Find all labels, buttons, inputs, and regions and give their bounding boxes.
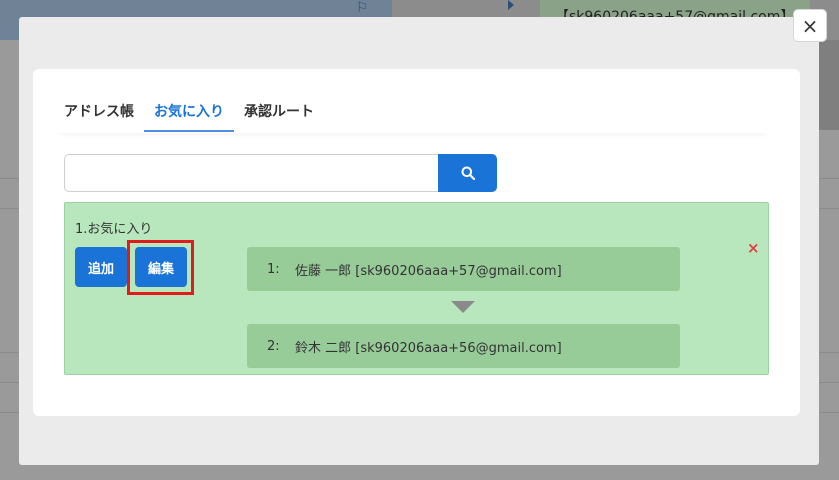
flag-icon: ⚐ — [356, 0, 369, 16]
arrow-down-icon — [451, 301, 475, 313]
close-button[interactable]: × — [793, 9, 827, 42]
tab-address-book[interactable]: アドレス帳 — [64, 101, 134, 121]
favorites-group-title: 1.お気に入り — [75, 222, 153, 237]
remove-icon[interactable]: × — [747, 239, 760, 257]
edit-button-highlight — [127, 240, 194, 295]
entry-number: 2: — [267, 338, 280, 354]
tab-approval-route[interactable]: 承認ルート — [244, 101, 314, 121]
search-icon — [461, 166, 475, 180]
search-input[interactable] — [64, 154, 439, 192]
active-tab-indicator — [144, 130, 234, 132]
modal-card: アドレス帳 お気に入り 承認ルート 1.お気に入り 追加 編集 × 1: 佐藤 … — [33, 69, 800, 416]
search-button[interactable] — [438, 154, 497, 192]
caret-right-icon — [508, 0, 514, 10]
favorite-entry: 1: 佐藤 一郎 [sk960206aaa+57@gmail.com] — [247, 247, 680, 291]
entry-text: 鈴木 二郎 [sk960206aaa+56@gmail.com] — [295, 340, 562, 356]
tab-bar: アドレス帳 お気に入り 承認ルート — [55, 93, 771, 133]
add-button[interactable]: 追加 — [75, 247, 127, 287]
entry-number: 1: — [267, 261, 280, 277]
favorite-entry: 2: 鈴木 二郎 [sk960206aaa+56@gmail.com] — [247, 324, 680, 368]
close-icon: × — [801, 13, 819, 38]
tab-favorites[interactable]: お気に入り — [154, 101, 224, 121]
favorites-group: 1.お気に入り 追加 編集 × 1: 佐藤 一郎 [sk960206aaa+57… — [64, 202, 769, 375]
entry-text: 佐藤 一郎 [sk960206aaa+57@gmail.com] — [295, 263, 562, 279]
